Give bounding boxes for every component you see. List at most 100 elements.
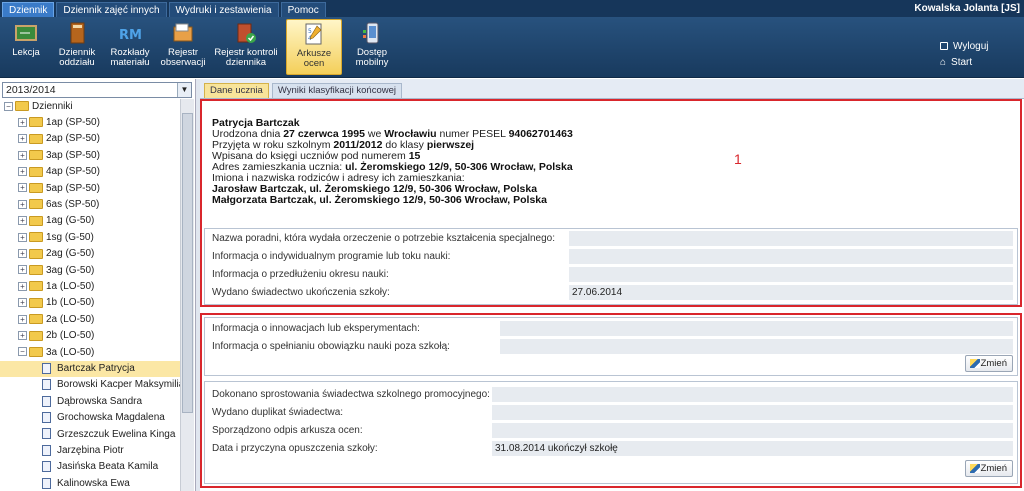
- menu-tab-dziennik-zajec-innych[interactable]: Dziennik zajęć innych: [56, 2, 167, 17]
- start-link[interactable]: ⌂ Start: [940, 54, 988, 70]
- tree-class-item[interactable]: +1a (LO-50): [18, 279, 94, 295]
- tree-class-label: 1ap (SP-50): [46, 117, 100, 128]
- tree-class-item[interactable]: +3ag (G-50): [18, 263, 94, 279]
- tree-student-label: Jasińska Beata Kamila: [57, 461, 159, 473]
- tree-class-item[interactable]: +1sg (G-50): [18, 230, 94, 246]
- student-icon: [42, 477, 51, 489]
- student-icon: [42, 428, 51, 440]
- expand-icon[interactable]: +: [18, 167, 27, 177]
- tree-class-item[interactable]: +1b (LO-50): [18, 295, 94, 311]
- tree-student-label: Jarzębina Piotr: [57, 445, 124, 456]
- tree-class-item[interactable]: +1ap (SP-50): [18, 115, 100, 131]
- expand-icon[interactable]: +: [18, 265, 27, 275]
- field-value: [569, 249, 1013, 264]
- field-label: Sporządzono odpis arkusza ocen:: [212, 425, 363, 436]
- logout-link[interactable]: Wyloguj: [940, 38, 988, 54]
- field-label: Dokonano sprostowania świadectwa szkolne…: [212, 389, 490, 400]
- tree-student-item[interactable]: Kalinowska Ewa: [0, 476, 180, 491]
- student-data-panel: 1 Patrycja Bartczak Urodzona dnia 27 cze…: [200, 98, 1024, 491]
- tree-class-label: 2ag (G-50): [46, 248, 95, 260]
- tree-class-label: 3a (LO-50): [46, 346, 95, 358]
- tree-student-item[interactable]: Borowski Kacper Maksymilian: [0, 377, 180, 393]
- folder-icon: [29, 264, 43, 275]
- tree-student-item[interactable]: Bartczak Patrycja: [0, 361, 180, 377]
- current-user[interactable]: Kowalska Jolanta [JS]: [914, 3, 1020, 14]
- tree-class-item[interactable]: +5ap (SP-50): [18, 181, 100, 197]
- student-icon: [42, 412, 51, 424]
- expand-icon[interactable]: +: [18, 232, 27, 242]
- expand-icon[interactable]: +: [18, 183, 27, 193]
- expand-icon[interactable]: +: [18, 281, 27, 291]
- journal-control-register-button[interactable]: Rejestr kontroli dziennika: [212, 19, 280, 75]
- tree-class-item[interactable]: +2ap (SP-50): [18, 131, 100, 147]
- tree-class-item[interactable]: +2b (LO-50): [18, 328, 94, 344]
- pencil-icon: [970, 359, 980, 368]
- lesson-button[interactable]: Lekcja: [4, 19, 48, 75]
- tree-student-item[interactable]: Grochowska Magdalena: [0, 410, 180, 426]
- school-year-value: 2013/2014: [6, 84, 56, 96]
- tree-class-item[interactable]: +2ag (G-50): [18, 246, 94, 262]
- tree-class-item[interactable]: +6as (SP-50): [18, 197, 99, 213]
- school-year-select[interactable]: 2013/2014 ▼: [2, 82, 192, 98]
- tab-student-data[interactable]: Dane ucznia: [204, 83, 269, 98]
- tree-root-dzienniki[interactable]: − Dzienniki: [4, 99, 73, 115]
- class-journal-button[interactable]: Dziennik oddziału: [52, 19, 102, 75]
- expand-icon[interactable]: +: [18, 331, 27, 341]
- expand-icon[interactable]: +: [18, 216, 27, 226]
- grade-sheet-icon: 54: [305, 23, 322, 45]
- class-journal-icon: [70, 22, 85, 44]
- tree-class-item[interactable]: +2a (LO-50): [18, 312, 94, 328]
- observation-register-button[interactable]: Rejestr obserwacji: [158, 19, 208, 75]
- grade-sheets-button[interactable]: 54 Arkusze ocen: [286, 19, 342, 75]
- folder-icon: [29, 297, 43, 308]
- tree-student-label: Bartczak Patrycja: [57, 363, 135, 374]
- tree-student-label: Borowski Kacper Maksymilian: [57, 379, 180, 391]
- lock-icon: [940, 42, 948, 50]
- edit-button[interactable]: Zmień: [965, 460, 1013, 477]
- parent-2: Małgorzata Bartczak, ul. Żeromskiego 12/…: [212, 194, 547, 206]
- tree-root-label: Dzienniki: [32, 101, 73, 112]
- field-value: 27.06.2014: [569, 285, 1013, 300]
- tab-final-classification[interactable]: Wyniki klasyfikacji końcowej: [271, 83, 402, 98]
- tree-scrollbar[interactable]: [180, 99, 194, 491]
- expand-icon[interactable]: +: [18, 249, 27, 259]
- collapse-icon[interactable]: −: [4, 101, 13, 111]
- tree-student-item[interactable]: Jasińska Beata Kamila: [0, 459, 180, 475]
- tree-class-item[interactable]: +4ap (SP-50): [18, 164, 100, 180]
- mobile-access-button[interactable]: Dostęp mobilny: [348, 19, 396, 75]
- scrollbar-thumb[interactable]: [182, 113, 193, 413]
- pencil-icon: [970, 464, 980, 473]
- mobile-access-label: Dostęp mobilny: [355, 47, 389, 68]
- section-special-needs: Nazwa poradni, która wydała orzeczenie o…: [204, 228, 1018, 305]
- admit-class: pierwszej: [426, 139, 475, 151]
- expand-icon[interactable]: +: [18, 199, 27, 209]
- edit-button[interactable]: Zmień: [965, 355, 1013, 372]
- journal-control-register-label: Rejestr kontroli dziennika: [214, 47, 278, 68]
- menu-tab-wydruki[interactable]: Wydruki i zestawienia: [168, 2, 279, 17]
- tree-class-item[interactable]: +1ag (G-50): [18, 213, 94, 229]
- tree-student-item[interactable]: Grzeszczuk Ewelina Kinga: [0, 427, 180, 443]
- ribbon-toolbar: Lekcja Dziennik oddziału RM Rozkłady mat…: [0, 17, 1024, 78]
- chevron-down-icon[interactable]: ▼: [177, 83, 191, 97]
- edit-button-label: Zmień: [980, 463, 1007, 474]
- teaching-plans-button[interactable]: RM Rozkłady materiału: [106, 19, 154, 75]
- collapse-icon[interactable]: −: [18, 347, 27, 357]
- expand-icon[interactable]: +: [18, 298, 27, 308]
- tree-class-item[interactable]: − 3a (LO-50): [18, 345, 94, 361]
- tree-class-label: 2a (LO-50): [46, 313, 95, 325]
- field-label: Wydano świadectwo ukończenia szkoły:: [212, 287, 390, 298]
- tree-student-item[interactable]: Dąbrowska Sandra: [0, 394, 180, 410]
- expand-icon[interactable]: +: [18, 117, 27, 127]
- main-content: Dane ucznia Wyniki klasyfikacji końcowej…: [200, 79, 1024, 491]
- tree-class-label: 1ag (G-50): [46, 215, 95, 227]
- folder-icon: [29, 215, 43, 226]
- expand-icon[interactable]: +: [18, 134, 27, 144]
- menu-tab-dziennik[interactable]: Dziennik: [2, 2, 55, 17]
- tree-class-item[interactable]: +3ap (SP-50): [18, 148, 100, 164]
- menu-tab-pomoc[interactable]: Pomoc: [280, 2, 326, 17]
- expand-icon[interactable]: +: [18, 314, 27, 324]
- tree-student-item[interactable]: Jarzębina Piotr: [0, 443, 180, 459]
- expand-icon[interactable]: +: [18, 150, 27, 160]
- folder-icon: [29, 346, 43, 357]
- folder-icon: [29, 117, 43, 128]
